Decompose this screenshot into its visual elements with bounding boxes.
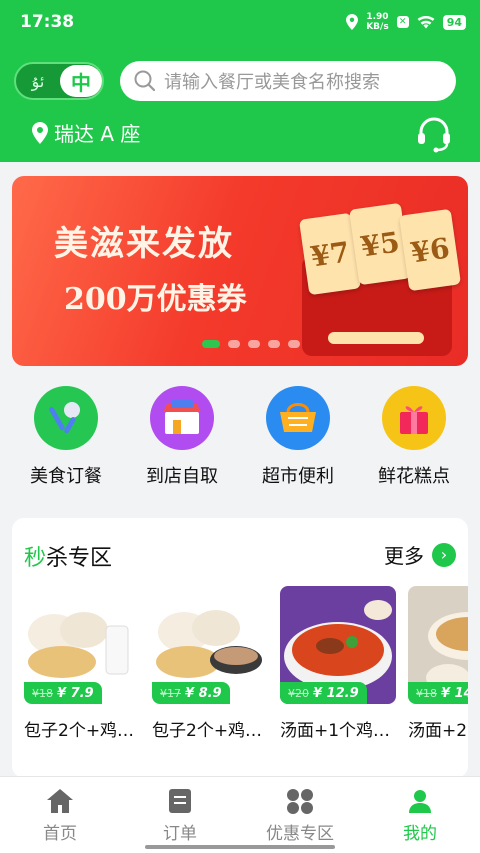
home-icon: [47, 789, 73, 813]
flash-sale-item[interactable]: ¥18 ¥ 7.9 包子2个+鸡…: [24, 586, 140, 741]
banner-subline: 200万优惠券: [64, 282, 247, 317]
price-tag: ¥18 ¥ 7.9: [24, 682, 102, 704]
flash-sale-item[interactable]: ¥18¥ 14 汤面+2: [408, 586, 468, 741]
supermarket-icon: [266, 386, 330, 450]
tab-orders[interactable]: 订单: [120, 777, 240, 853]
price-tag: ¥20 ¥ 12.9: [280, 682, 367, 704]
tab-deals[interactable]: 优惠专区: [240, 777, 360, 853]
item-name: 包子2个+鸡…: [152, 721, 263, 741]
category-food-order[interactable]: 美食订餐: [11, 386, 121, 496]
tab-profile[interactable]: 我的: [360, 777, 480, 853]
location-status-icon: [346, 14, 359, 30]
carousel-dot-active[interactable]: [202, 340, 220, 348]
more-button[interactable]: 更多 ›: [384, 540, 456, 569]
coupon-ticket: ¥6: [398, 208, 462, 292]
price-tag: ¥18¥ 14: [408, 682, 468, 704]
coupon-icon: [287, 789, 313, 814]
flash-sale-list: ¥18 ¥ 7.9 包子2个+鸡… ¥17 ¥ 8.9 包子2个+鸡… ¥20 …: [24, 586, 468, 741]
lang-chinese-option[interactable]: 中: [60, 65, 102, 97]
carousel-dot[interactable]: [248, 340, 260, 348]
notification-x-icon: ✕: [396, 16, 409, 28]
search-icon: [134, 70, 156, 92]
home-indicator: [145, 845, 335, 849]
carousel-dots[interactable]: [202, 340, 300, 348]
carousel-dot[interactable]: [268, 340, 280, 348]
food-image: ¥18 ¥ 7.9: [24, 586, 140, 704]
tab-home[interactable]: 首页: [0, 777, 120, 853]
chevron-right-icon: ›: [432, 542, 456, 567]
network-speed: 1.90 KB/s: [366, 12, 389, 32]
flash-sale-item[interactable]: ¥17 ¥ 8.9 包子2个+鸡…: [152, 586, 268, 741]
promo-banner[interactable]: 美滋来发放 200万优惠券 ¥7 ¥5 ¥6: [12, 176, 468, 366]
store-pickup-icon: [150, 386, 214, 450]
price-tag: ¥17 ¥ 8.9: [152, 682, 230, 704]
food-order-icon: [34, 386, 98, 450]
carousel-dot[interactable]: [288, 340, 300, 348]
food-image: ¥18¥ 14: [408, 586, 468, 704]
banner-headline: 美滋来发放: [54, 224, 234, 264]
flash-sale-item[interactable]: ¥20 ¥ 12.9 汤面+1个鸡…: [280, 586, 396, 741]
flower-cake-icon: [382, 386, 446, 450]
status-time: 17:38: [20, 12, 75, 32]
bottom-tab-bar: 首页 订单 优惠专区 我的: [0, 776, 480, 853]
battery-indicator: 94: [442, 14, 466, 30]
wifi-icon: [417, 15, 435, 29]
carousel-dot[interactable]: [228, 340, 240, 348]
location-pin-icon: [32, 121, 48, 144]
header: 17:38 1.90 KB/s ✕ 94 ئۇ 中 请输入餐厅或美食名称搜索 瑞…: [0, 0, 480, 162]
language-switch[interactable]: ئۇ 中: [14, 62, 104, 100]
category-flower-cake[interactable]: 鲜花糕点: [359, 386, 469, 496]
search-placeholder: 请输入餐厅或美食名称搜索: [164, 72, 380, 93]
item-name: 汤面+1个鸡…: [280, 721, 391, 741]
order-icon: [169, 789, 191, 813]
item-name: 包子2个+鸡…: [24, 721, 135, 741]
flash-sale-section: 秒杀专区 更多 › ¥18 ¥ 7.9 包子2个+鸡… ¥17 ¥ 8.9 包子…: [12, 518, 468, 778]
category-store-pickup[interactable]: 到店自取: [127, 386, 237, 496]
search-bar[interactable]: 请输入餐厅或美食名称搜索: [120, 61, 456, 101]
flash-sale-title: 秒杀专区: [24, 546, 113, 571]
status-icons: 1.90 KB/s ✕ 94: [346, 12, 466, 32]
food-image: ¥20 ¥ 12.9: [280, 586, 396, 704]
customer-service-icon[interactable]: [414, 114, 454, 154]
category-supermarket[interactable]: 超市便利: [243, 386, 353, 496]
location-text: 瑞达 A 座: [54, 122, 141, 146]
category-grid: 美食订餐 到店自取 超市便利 鲜花糕点: [0, 386, 480, 496]
location-selector[interactable]: 瑞达 A 座: [32, 118, 140, 147]
profile-icon: [409, 790, 431, 813]
lang-uyghur-option[interactable]: ئۇ: [16, 72, 60, 91]
food-image: ¥17 ¥ 8.9: [152, 586, 268, 704]
item-name: 汤面+2: [408, 721, 468, 741]
status-bar: 17:38 1.90 KB/s ✕ 94: [20, 10, 466, 34]
banner-button-bar: [328, 332, 424, 344]
